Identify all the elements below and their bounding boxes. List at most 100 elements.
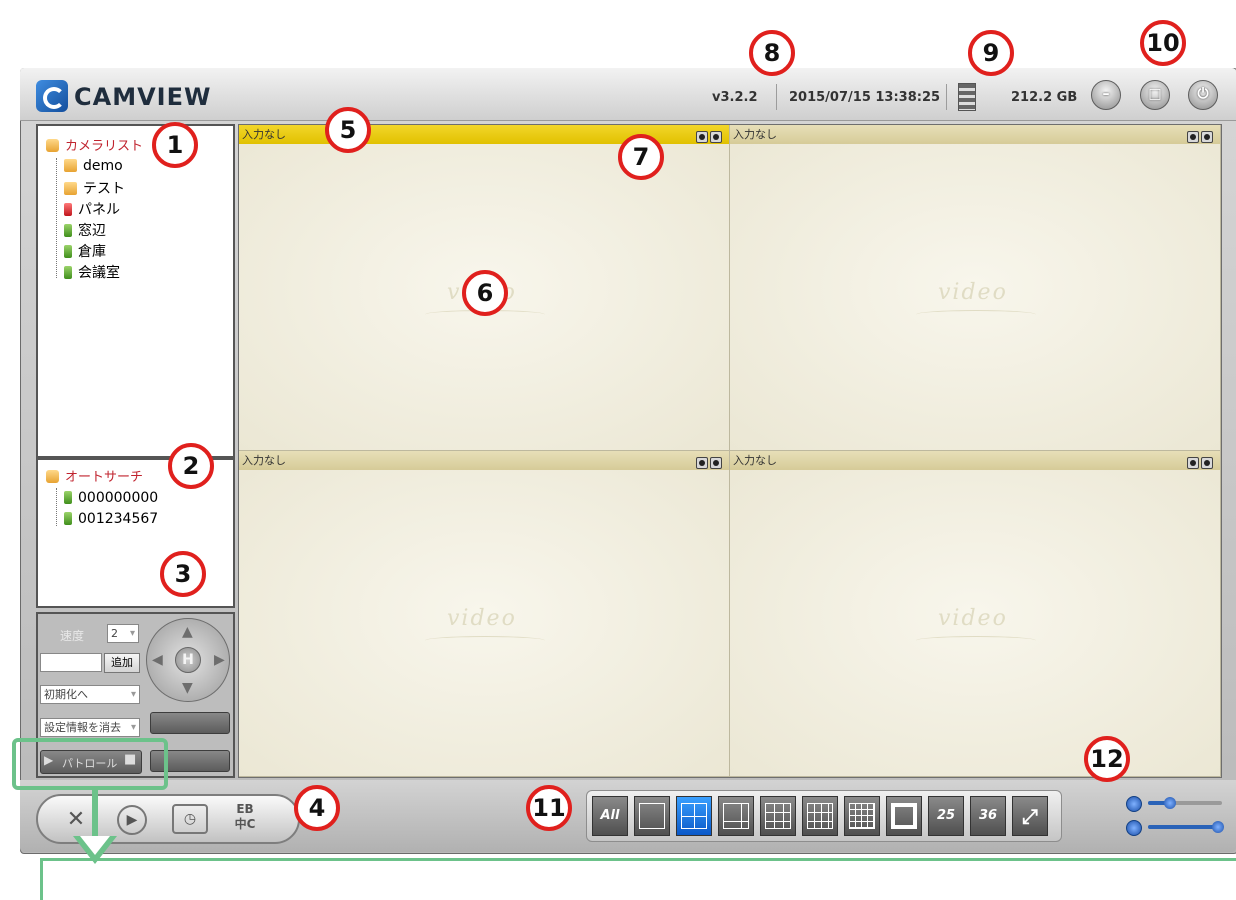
auto-search-item[interactable]: 000000000 [64, 490, 158, 510]
folder-icon [46, 470, 59, 483]
layout-4-button[interactable] [676, 796, 712, 836]
playback-icon[interactable]: ▶ [117, 805, 147, 835]
snapshot-icon[interactable] [696, 457, 708, 469]
video-watermark: video [938, 606, 1008, 631]
camera-online-icon [64, 245, 72, 258]
speed-label: 速度 [60, 629, 85, 643]
language-label-top: EB [236, 802, 254, 816]
home-button[interactable]: H [175, 647, 201, 673]
record-icon[interactable] [710, 457, 722, 469]
fullscreen-icon: ⤢ [1022, 804, 1038, 828]
speaker-volume-fill [1148, 825, 1218, 829]
video-cell-title: 入力なし [242, 128, 286, 141]
layout-all-button[interactable]: All [592, 796, 628, 836]
speaker-icon[interactable] [1126, 820, 1142, 836]
camera-item[interactable]: demo [64, 158, 123, 178]
settings-tools-icon[interactable]: ✕ [62, 806, 90, 834]
camera-item[interactable]: 窓辺 [64, 220, 106, 240]
camview-logo-icon [36, 80, 68, 112]
ptz-action-button[interactable] [150, 712, 230, 734]
layout-6-icon [723, 803, 749, 829]
video-cell[interactable]: 入力なし video [730, 125, 1221, 451]
layout-13-button[interactable] [886, 796, 922, 836]
annotation-badge: 6 [462, 270, 508, 316]
video-cell-icons [694, 128, 722, 147]
video-cell-icons [1185, 454, 1213, 473]
app-logo-text: CAMVIEW [74, 83, 212, 111]
callout-arrow-head-inner [80, 836, 110, 855]
version-label: v3.2.2 [712, 90, 758, 105]
annotation-badge: 7 [618, 134, 664, 180]
record-icon[interactable] [1201, 131, 1213, 143]
layout-6-button[interactable] [718, 796, 754, 836]
pan-right-arrow-icon[interactable]: ▶ [214, 652, 225, 668]
maximize-icon: □ [1148, 86, 1162, 102]
snapshot-icon[interactable] [1187, 131, 1199, 143]
video-cell-title-bar: 入力なし [730, 125, 1220, 144]
datetime-label: 2015/07/15 13:38:25 [789, 90, 941, 105]
annotation-badge: 12 [1084, 736, 1130, 782]
camera-online-icon [64, 266, 72, 279]
schedule-icon[interactable]: ◷ [172, 804, 208, 834]
layout-9-icon [765, 803, 791, 829]
layout-10-button[interactable] [802, 796, 838, 836]
camera-item[interactable]: 倉庫 [64, 241, 106, 261]
language-label-bottom: 中C [234, 817, 256, 831]
auto-search-root[interactable]: オートサーチ [46, 466, 143, 486]
fullscreen-button[interactable]: ⤢ [1012, 796, 1048, 836]
speaker-volume-slider[interactable] [1212, 821, 1224, 833]
minimize-button[interactable]: – [1091, 80, 1121, 110]
folder-icon [64, 182, 77, 195]
snapshot-icon[interactable] [696, 131, 708, 143]
camera-online-icon [64, 224, 72, 237]
mic-volume-slider[interactable] [1164, 797, 1176, 809]
minimize-icon: – [1102, 86, 1110, 102]
clear-settings-select[interactable]: 設定情報を消去 [40, 718, 140, 737]
add-preset-button[interactable]: 追加 [104, 653, 140, 673]
camera-item[interactable]: テスト [64, 178, 125, 198]
camera-item[interactable]: 会議室 [64, 262, 120, 282]
microphone-icon[interactable] [1126, 796, 1142, 812]
layout-1-icon [639, 803, 665, 829]
maximize-button[interactable]: □ [1140, 80, 1170, 110]
record-icon[interactable] [710, 131, 722, 143]
layout-13-icon [891, 803, 917, 829]
video-cell[interactable]: 入力なし video [730, 451, 1221, 777]
camera-item[interactable]: パネル [64, 199, 120, 219]
power-icon: ⏻ [1197, 86, 1209, 102]
video-watermark: video [447, 606, 517, 631]
video-cell[interactable]: 入力なし video [239, 451, 730, 777]
record-icon[interactable] [1201, 457, 1213, 469]
watermark-swash [916, 310, 1036, 319]
annotation-badge: 5 [325, 107, 371, 153]
layout-9-button[interactable] [760, 796, 796, 836]
camera-online-icon [64, 491, 72, 504]
video-cell-title-bar: 入力なし [730, 451, 1220, 470]
pan-down-arrow-icon[interactable]: ▼ [182, 680, 193, 696]
annotation-badge: 10 [1140, 20, 1186, 66]
auto-search-item[interactable]: 001234567 [64, 511, 158, 531]
preset-select[interactable]: 初期化へ [40, 685, 140, 704]
layout-25-button[interactable]: 25 [928, 796, 964, 836]
camera-list-root[interactable]: カメラリスト [46, 135, 143, 155]
annotation-badge: 3 [160, 551, 206, 597]
video-cell-icons [1185, 128, 1213, 147]
snapshot-icon[interactable] [1187, 457, 1199, 469]
pan-left-arrow-icon[interactable]: ◀ [152, 652, 163, 668]
header-divider [946, 84, 947, 110]
layout-16-button[interactable] [844, 796, 880, 836]
power-button[interactable]: ⏻ [1188, 80, 1218, 110]
video-cell-title-bar: 入力なし [239, 451, 729, 470]
annotation-badge: 9 [968, 30, 1014, 76]
pan-up-arrow-icon[interactable]: ▲ [182, 624, 193, 640]
language-button[interactable]: EB 中C [230, 802, 260, 832]
layout-1-button[interactable] [634, 796, 670, 836]
callout-arrow-shaft [92, 790, 98, 838]
preset-name-input[interactable] [40, 653, 102, 672]
speed-select[interactable]: 2 [107, 624, 139, 643]
storage-label: 212.2 GB [1011, 90, 1078, 105]
layout-36-button[interactable]: 36 [970, 796, 1006, 836]
detail-callout-panel [40, 858, 1236, 900]
watermark-swash [425, 636, 545, 645]
camera-offline-icon [64, 203, 72, 216]
